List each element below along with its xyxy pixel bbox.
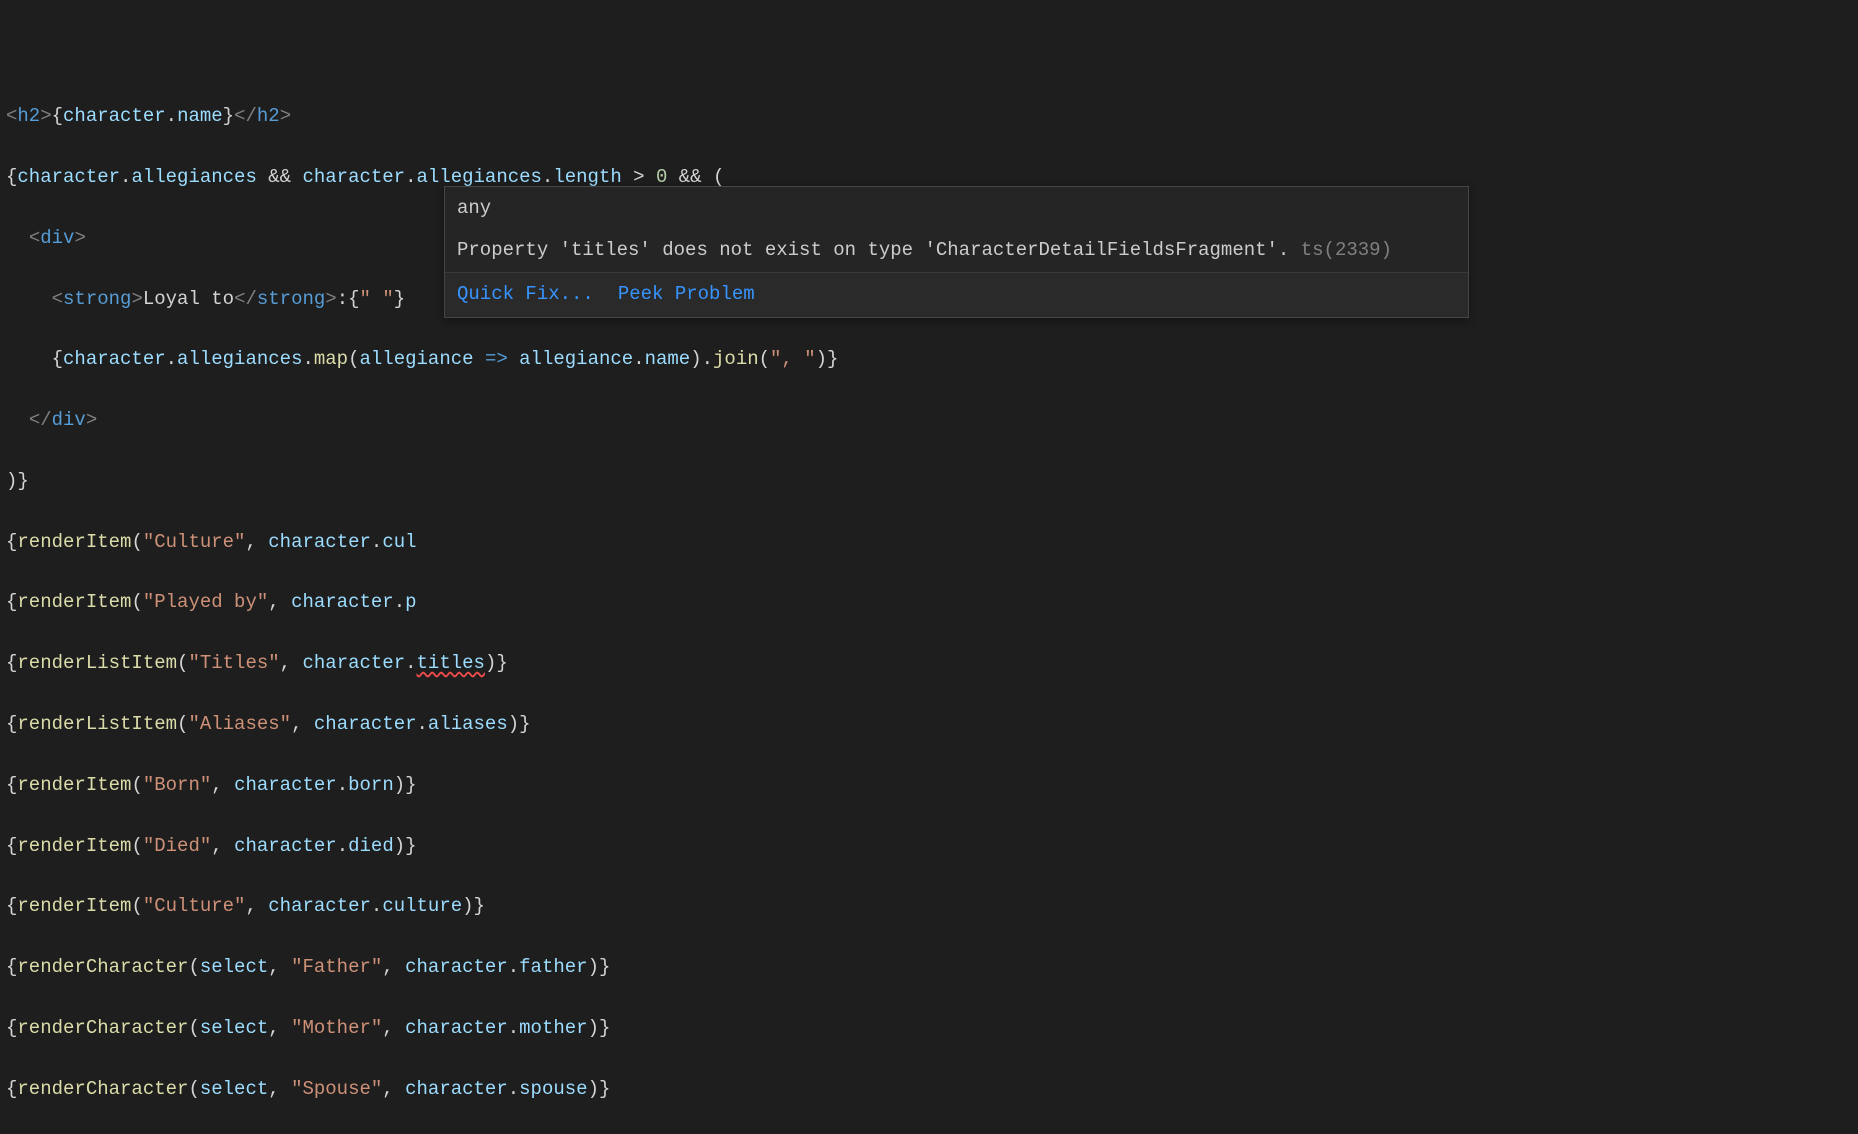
code-editor[interactable]: <h2>{character.name}</h2> {character.all… xyxy=(0,0,1858,1134)
code-line[interactable]: {renderCharacter(select, "Father", chara… xyxy=(6,952,1858,982)
code-line[interactable]: {renderItem("Culture", character.cul xyxy=(6,527,1858,557)
code-line[interactable]: {character.allegiances.map(allegiance =>… xyxy=(6,344,1858,374)
error-code: ts(2339) xyxy=(1301,239,1392,261)
hover-tooltip: any Property 'titles' does not exist on … xyxy=(444,186,1469,318)
peek-problem-link[interactable]: Peek Problem xyxy=(618,283,755,305)
code-line[interactable]: {renderItem("Died", character.died)} xyxy=(6,831,1858,861)
code-line[interactable]: </div> xyxy=(6,405,1858,435)
code-line[interactable]: {renderListItem("Titles", character.titl… xyxy=(6,648,1858,678)
code-line[interactable]: {renderCharacter(select, "Mother", chara… xyxy=(6,1013,1858,1043)
code-line[interactable]: <h2>{character.name}</h2> xyxy=(6,101,1858,131)
error-token[interactable]: titles xyxy=(417,652,485,674)
code-line[interactable]: {renderItem("Played by", character.p xyxy=(6,587,1858,617)
code-line[interactable]: {renderItem("Culture", character.culture… xyxy=(6,891,1858,921)
code-line[interactable]: {renderListItem("Aliases", character.ali… xyxy=(6,709,1858,739)
code-line[interactable] xyxy=(6,40,1858,70)
hover-type: any xyxy=(445,187,1468,229)
hover-message: Property 'titles' does not exist on type… xyxy=(445,229,1468,271)
code-line[interactable]: {renderItem("Born", character.born)} xyxy=(6,770,1858,800)
hover-actions: Quick Fix... Peek Problem xyxy=(445,272,1468,317)
quick-fix-link[interactable]: Quick Fix... xyxy=(457,283,594,305)
code-line[interactable]: {renderCharacter(select, "Spouse", chara… xyxy=(6,1074,1858,1104)
code-line[interactable]: )} xyxy=(6,466,1858,496)
